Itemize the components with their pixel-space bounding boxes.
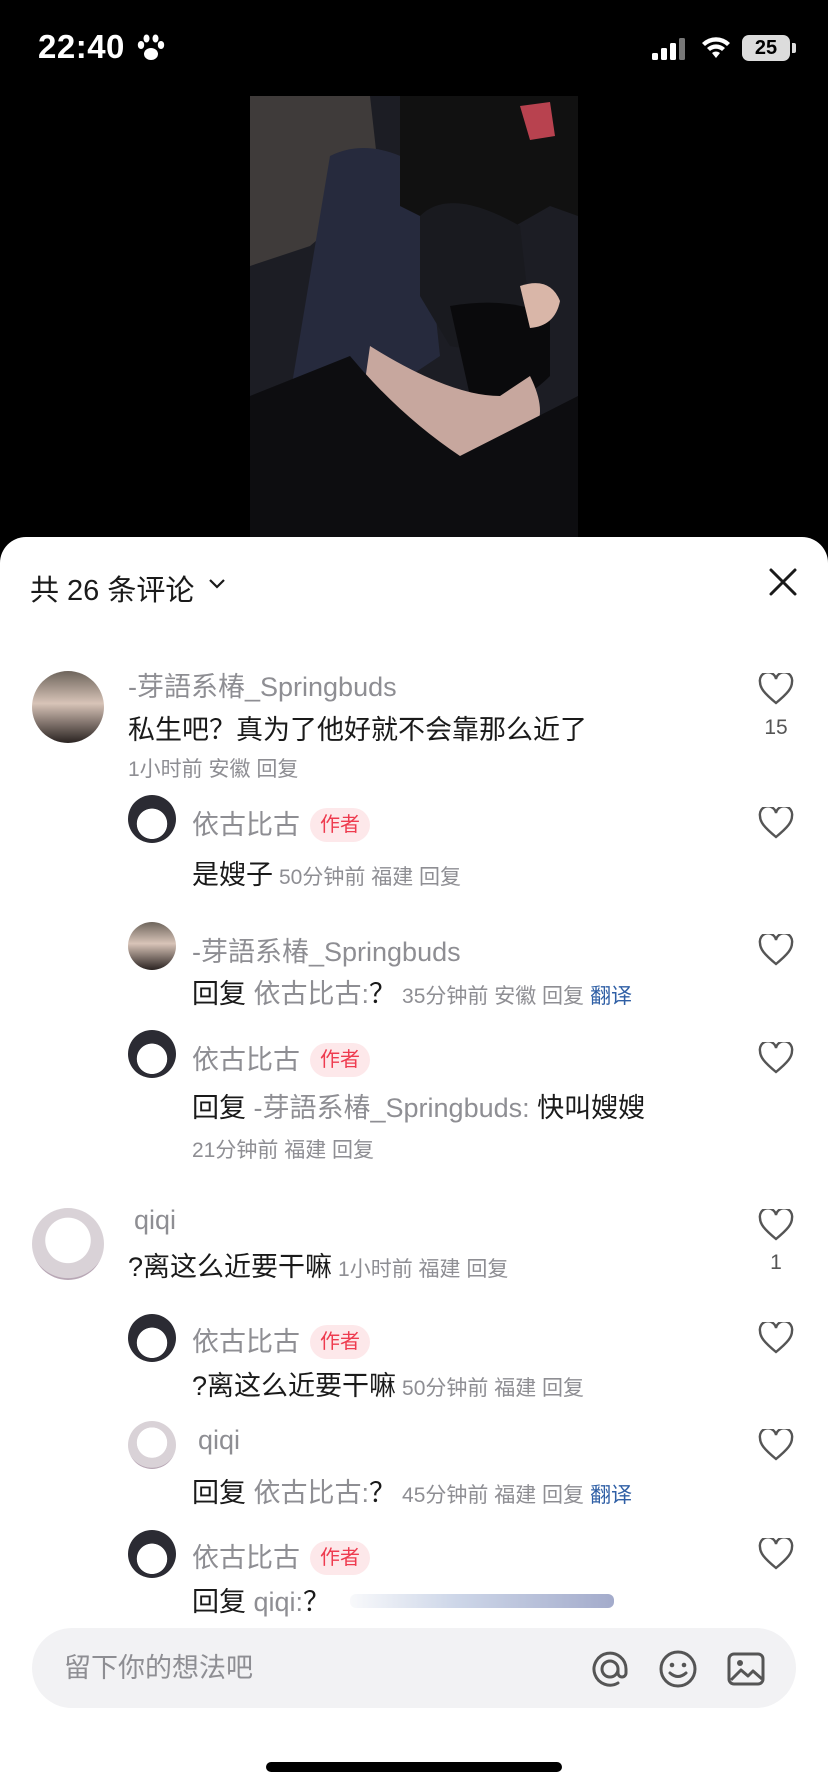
translate-link[interactable]: 翻译 [590,1484,632,1507]
reply-to-user[interactable]: 依古比古: [254,1478,370,1508]
reply-text-body: 快叫嫂嫂 [537,1093,646,1123]
sheet-header: 共 26 条评论 [0,537,828,629]
heart-icon[interactable] [758,1322,794,1354]
heart-icon[interactable] [758,1042,794,1074]
comment-meta[interactable]: 1小时前 福建 回复 [338,1258,508,1281]
author-tag: 作者 [310,1325,370,1359]
emoji-icon[interactable] [658,1649,698,1689]
reply-username[interactable]: 依古比古 作者 [192,1536,370,1575]
heart-icon[interactable] [758,1209,794,1241]
video-preview[interactable] [250,96,578,540]
heart-icon[interactable] [758,1538,794,1570]
reply-text[interactable]: 回复 qiqi:？ [192,1580,615,1619]
reply-text[interactable]: 回复 -芽語系椿_Springbuds: 快叫嫂嫂 [192,1086,645,1125]
comment-input-bar [32,1628,796,1708]
reply-text[interactable]: 是嫂子 50分钟前 福建 回复 [192,853,461,892]
reply-username[interactable]: 依古比古 作者 [192,803,370,842]
blurred-text [350,1594,615,1608]
reply-meta[interactable]: 45分钟前 福建 回复 [402,1484,584,1507]
reply-username-text: 依古比古 [192,1045,300,1075]
comment-sheet: 共 26 条评论 -芽語系椿_Springbuds 私生吧？真为了他好就不会靠那… [0,537,828,1792]
reply-item: qiqi 回复 依古比古:？ 45分钟前 福建 回复 翻译 [0,1421,828,1521]
reply-text[interactable]: 回复 依古比古:？ 45分钟前 福建 回复 翻译 [192,1471,632,1510]
status-time: 22:40 [38,28,125,65]
author-tag: 作者 [310,808,370,842]
comment-text-body: ?离这么近要干嘛 [128,1252,333,1282]
status-bar: 22:40 25 [0,0,828,96]
avatar[interactable] [128,1421,176,1469]
comment-input[interactable] [64,1628,544,1708]
battery-tip [792,43,796,53]
avatar[interactable] [128,1530,176,1578]
reply-text-body: ？ [369,979,397,1009]
paw-icon [137,34,165,60]
close-icon[interactable] [768,567,798,597]
signal-icon [652,38,685,60]
reply-meta[interactable]: 50分钟前 福建 回复 [402,1377,584,1400]
heart-icon[interactable] [758,1429,794,1461]
like-count: 1 [770,1251,782,1274]
image-icon[interactable] [726,1649,766,1689]
avatar[interactable] [32,671,104,743]
heart-icon[interactable] [758,807,794,839]
chevron-down-icon[interactable] [208,577,226,591]
comment-item: qiqi ?离这么近要干嘛 1小时前 福建 回复 1 [0,1205,828,1315]
reply-text-body: ？ [369,1478,397,1508]
heart-icon[interactable] [758,673,794,705]
reply-to-user[interactable]: 依古比古: [254,979,370,1009]
reply-prefix: 回复 [192,1587,246,1617]
comment-username[interactable]: -芽語系椿_Springbuds [128,665,397,704]
reply-username-text: 依古比古 [192,810,300,840]
reply-to-user[interactable]: -芽語系椿_Springbuds: [254,1093,530,1123]
home-indicator[interactable] [266,1762,562,1772]
comment-text[interactable]: 私生吧？真为了他好就不会靠那么近了 [128,708,587,747]
avatar[interactable] [32,1208,104,1280]
reply-username-text: 依古比古 [192,1543,300,1573]
reply-to-user[interactable]: qiqi: [254,1587,304,1617]
reply-text[interactable]: ?离这么近要干嘛 50分钟前 福建 回复 [192,1364,584,1403]
comment-username[interactable]: qiqi [134,1205,176,1236]
avatar[interactable] [128,1314,176,1362]
battery-indicator: 25 [742,35,790,61]
author-tag: 作者 [310,1541,370,1575]
reply-item: 依古比古 作者 回复 qiqi:？ [0,1530,828,1630]
comment-text[interactable]: ?离这么近要干嘛 1小时前 福建 回复 [128,1245,508,1284]
battery-level: 25 [754,36,778,59]
reply-meta[interactable]: 50分钟前 福建 回复 [279,866,461,889]
avatar[interactable] [128,1030,176,1078]
author-tag: 作者 [310,1043,370,1077]
reply-item: 依古比古 作者 ?离这么近要干嘛 50分钟前 福建 回复 [0,1314,828,1414]
reply-prefix: 回复 [192,979,246,1009]
reply-prefix: 回复 [192,1093,246,1123]
reply-text-body: ？ [303,1587,331,1617]
reply-username[interactable]: 依古比古 作者 [192,1320,370,1359]
comment-meta[interactable]: 1小时前 安徽 回复 [128,753,298,783]
reply-text[interactable]: 回复 依古比古:？ 35分钟前 安徽 回复 翻译 [192,972,632,1011]
reply-item: 依古比古 作者 回复 -芽語系椿_Springbuds: 快叫嫂嫂 21分钟前 福… [0,1030,828,1170]
reply-username[interactable]: 依古比古 作者 [192,1038,370,1077]
translate-link[interactable]: 翻译 [590,985,632,1008]
comment-item: -芽語系椿_Springbuds 私生吧？真为了他好就不会靠那么近了 1小时前 … [0,629,828,781]
reply-meta[interactable]: 21分钟前 福建 回复 [192,1134,374,1164]
like-count: 15 [764,716,788,739]
avatar[interactable] [128,922,176,970]
wifi-icon [702,37,730,58]
reply-text-body: 是嫂子 [192,860,273,890]
avatar[interactable] [128,795,176,843]
reply-username[interactable]: qiqi [198,1425,240,1456]
video-frame [250,96,578,540]
reply-item: -芽語系椿_Springbuds 回复 依古比古:？ 35分钟前 安徽 回复 翻译 [0,922,828,1022]
reply-prefix: 回复 [192,1478,246,1508]
comment-count-title[interactable]: 共 26 条评论 [30,567,194,609]
heart-icon[interactable] [758,934,794,966]
reply-item: 依古比古 作者 是嫂子 50分钟前 福建 回复 [0,795,828,895]
at-icon[interactable] [590,1649,630,1689]
reply-meta[interactable]: 35分钟前 安徽 回复 [402,985,584,1008]
reply-username-text: 依古比古 [192,1327,300,1357]
reply-username[interactable]: -芽語系椿_Springbuds [192,930,461,969]
reply-text-body: ?离这么近要干嘛 [192,1371,397,1401]
